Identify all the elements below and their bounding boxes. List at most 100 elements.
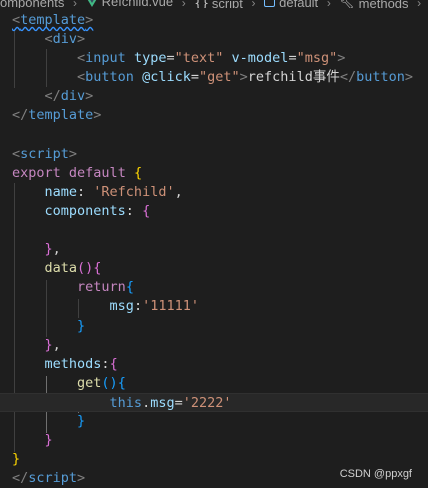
breadcrumb-label: methods: [358, 0, 409, 8]
code-token: button: [85, 69, 134, 86]
code-token: >: [77, 470, 86, 487]
code-token: '2222': [182, 394, 232, 411]
code-token: input: [85, 50, 126, 67]
code-token: <: [77, 69, 86, 86]
breadcrumb-item-file[interactable]: Refchild.vue: [86, 0, 174, 8]
code-token: (): [77, 260, 94, 277]
code-token: :: [125, 202, 143, 219]
code-token: >: [404, 69, 414, 86]
code-token: :: [101, 355, 110, 372]
code-line[interactable]: }: [0, 431, 428, 450]
code-token: }: [77, 412, 86, 429]
code-token: >: [93, 107, 102, 124]
wrench-icon: 🔧︎: [339, 0, 355, 8]
code-token: methods: [44, 355, 102, 372]
code-token: <: [44, 31, 53, 48]
code-line[interactable]: get(){: [0, 374, 428, 393]
code-token: </: [339, 69, 357, 86]
code-token: (): [101, 374, 118, 391]
chevron-right-icon: ›: [417, 0, 422, 8]
code-token: type: [133, 50, 167, 67]
code-token: name: [44, 183, 78, 200]
code-token: >: [77, 31, 86, 48]
vue-file-icon: [87, 0, 96, 7]
code-token: {: [142, 202, 151, 219]
code-line[interactable]: </template>: [0, 106, 428, 125]
code-token: =: [288, 50, 297, 67]
code-token: '11111': [142, 298, 199, 315]
code-token: }: [44, 336, 53, 353]
code-line[interactable]: methods:{: [0, 355, 428, 374]
code-token: template: [20, 12, 86, 28]
code-token: .: [142, 394, 151, 411]
code-token: =: [174, 394, 183, 411]
breadcrumb-item-components[interactable]: omponents: [0, 0, 64, 8]
code-line[interactable]: <button @click="get">refchild事件</button>: [0, 68, 428, 87]
code-line[interactable]: },: [0, 240, 428, 259]
object-icon: [264, 0, 276, 7]
code-line[interactable]: name: 'Refchild',: [0, 183, 428, 202]
code-token: >: [85, 88, 94, 105]
breadcrumb-item-methods[interactable]: 🔧︎ methods: [339, 0, 408, 8]
code-token: msg: [109, 298, 134, 315]
code-token: }: [12, 451, 21, 468]
code-line[interactable]: msg:'11111': [0, 297, 428, 316]
code-token: button: [356, 69, 405, 86]
code-line[interactable]: components: {: [0, 202, 428, 221]
breadcrumb-label: Refchild.vue: [101, 0, 174, 8]
code-token: "get": [199, 69, 240, 86]
chevron-right-icon: ›: [181, 0, 186, 8]
breadcrumb-item-script[interactable]: {} script: [194, 0, 243, 8]
code-line[interactable]: },: [0, 336, 428, 355]
code-line[interactable]: <template>: [0, 11, 428, 30]
code-line[interactable]: }: [0, 317, 428, 336]
code-line[interactable]: }: [0, 412, 428, 431]
code-token: }: [44, 432, 53, 449]
code-token: ,: [52, 336, 61, 353]
code-line[interactable]: [0, 126, 428, 145]
code-token: ,: [52, 241, 61, 258]
code-token: =: [190, 69, 200, 86]
code-token: >: [85, 12, 94, 28]
code-token: data: [44, 260, 78, 277]
code-line[interactable]: return{: [0, 278, 428, 297]
code-line[interactable]: </div>: [0, 87, 428, 106]
code-line[interactable]: <script>: [0, 145, 428, 164]
code-line[interactable]: [0, 221, 428, 240]
code-line[interactable]: data(){: [0, 259, 428, 278]
code-line[interactable]: export default {: [0, 164, 428, 183]
code-editor[interactable]: <template> <div> <input type="text" v-mo…: [0, 11, 428, 488]
code-token: this: [109, 394, 143, 411]
code-token: <: [12, 145, 21, 162]
breadcrumb-item-default[interactable]: default: [264, 0, 318, 8]
code-token: refchild事件: [247, 69, 340, 86]
code-token: get: [77, 374, 102, 391]
breadcrumb-label: script: [211, 0, 243, 8]
code-token: 'Refchild': [93, 183, 175, 200]
chevron-right-icon: ›: [251, 0, 256, 8]
code-line[interactable]: }: [0, 450, 428, 469]
code-token: {: [133, 164, 143, 181]
code-token: return: [77, 279, 126, 296]
code-token: msg: [150, 394, 175, 411]
code-token: >: [68, 145, 78, 162]
breadcrumb-label: default: [279, 0, 319, 8]
code-line[interactable]: <input type="text" v-model="msg">: [0, 49, 428, 68]
code-token: </: [44, 88, 61, 105]
code-line[interactable]: <div>: [0, 30, 428, 49]
code-line[interactable]: this.msg='2222': [0, 392, 428, 412]
